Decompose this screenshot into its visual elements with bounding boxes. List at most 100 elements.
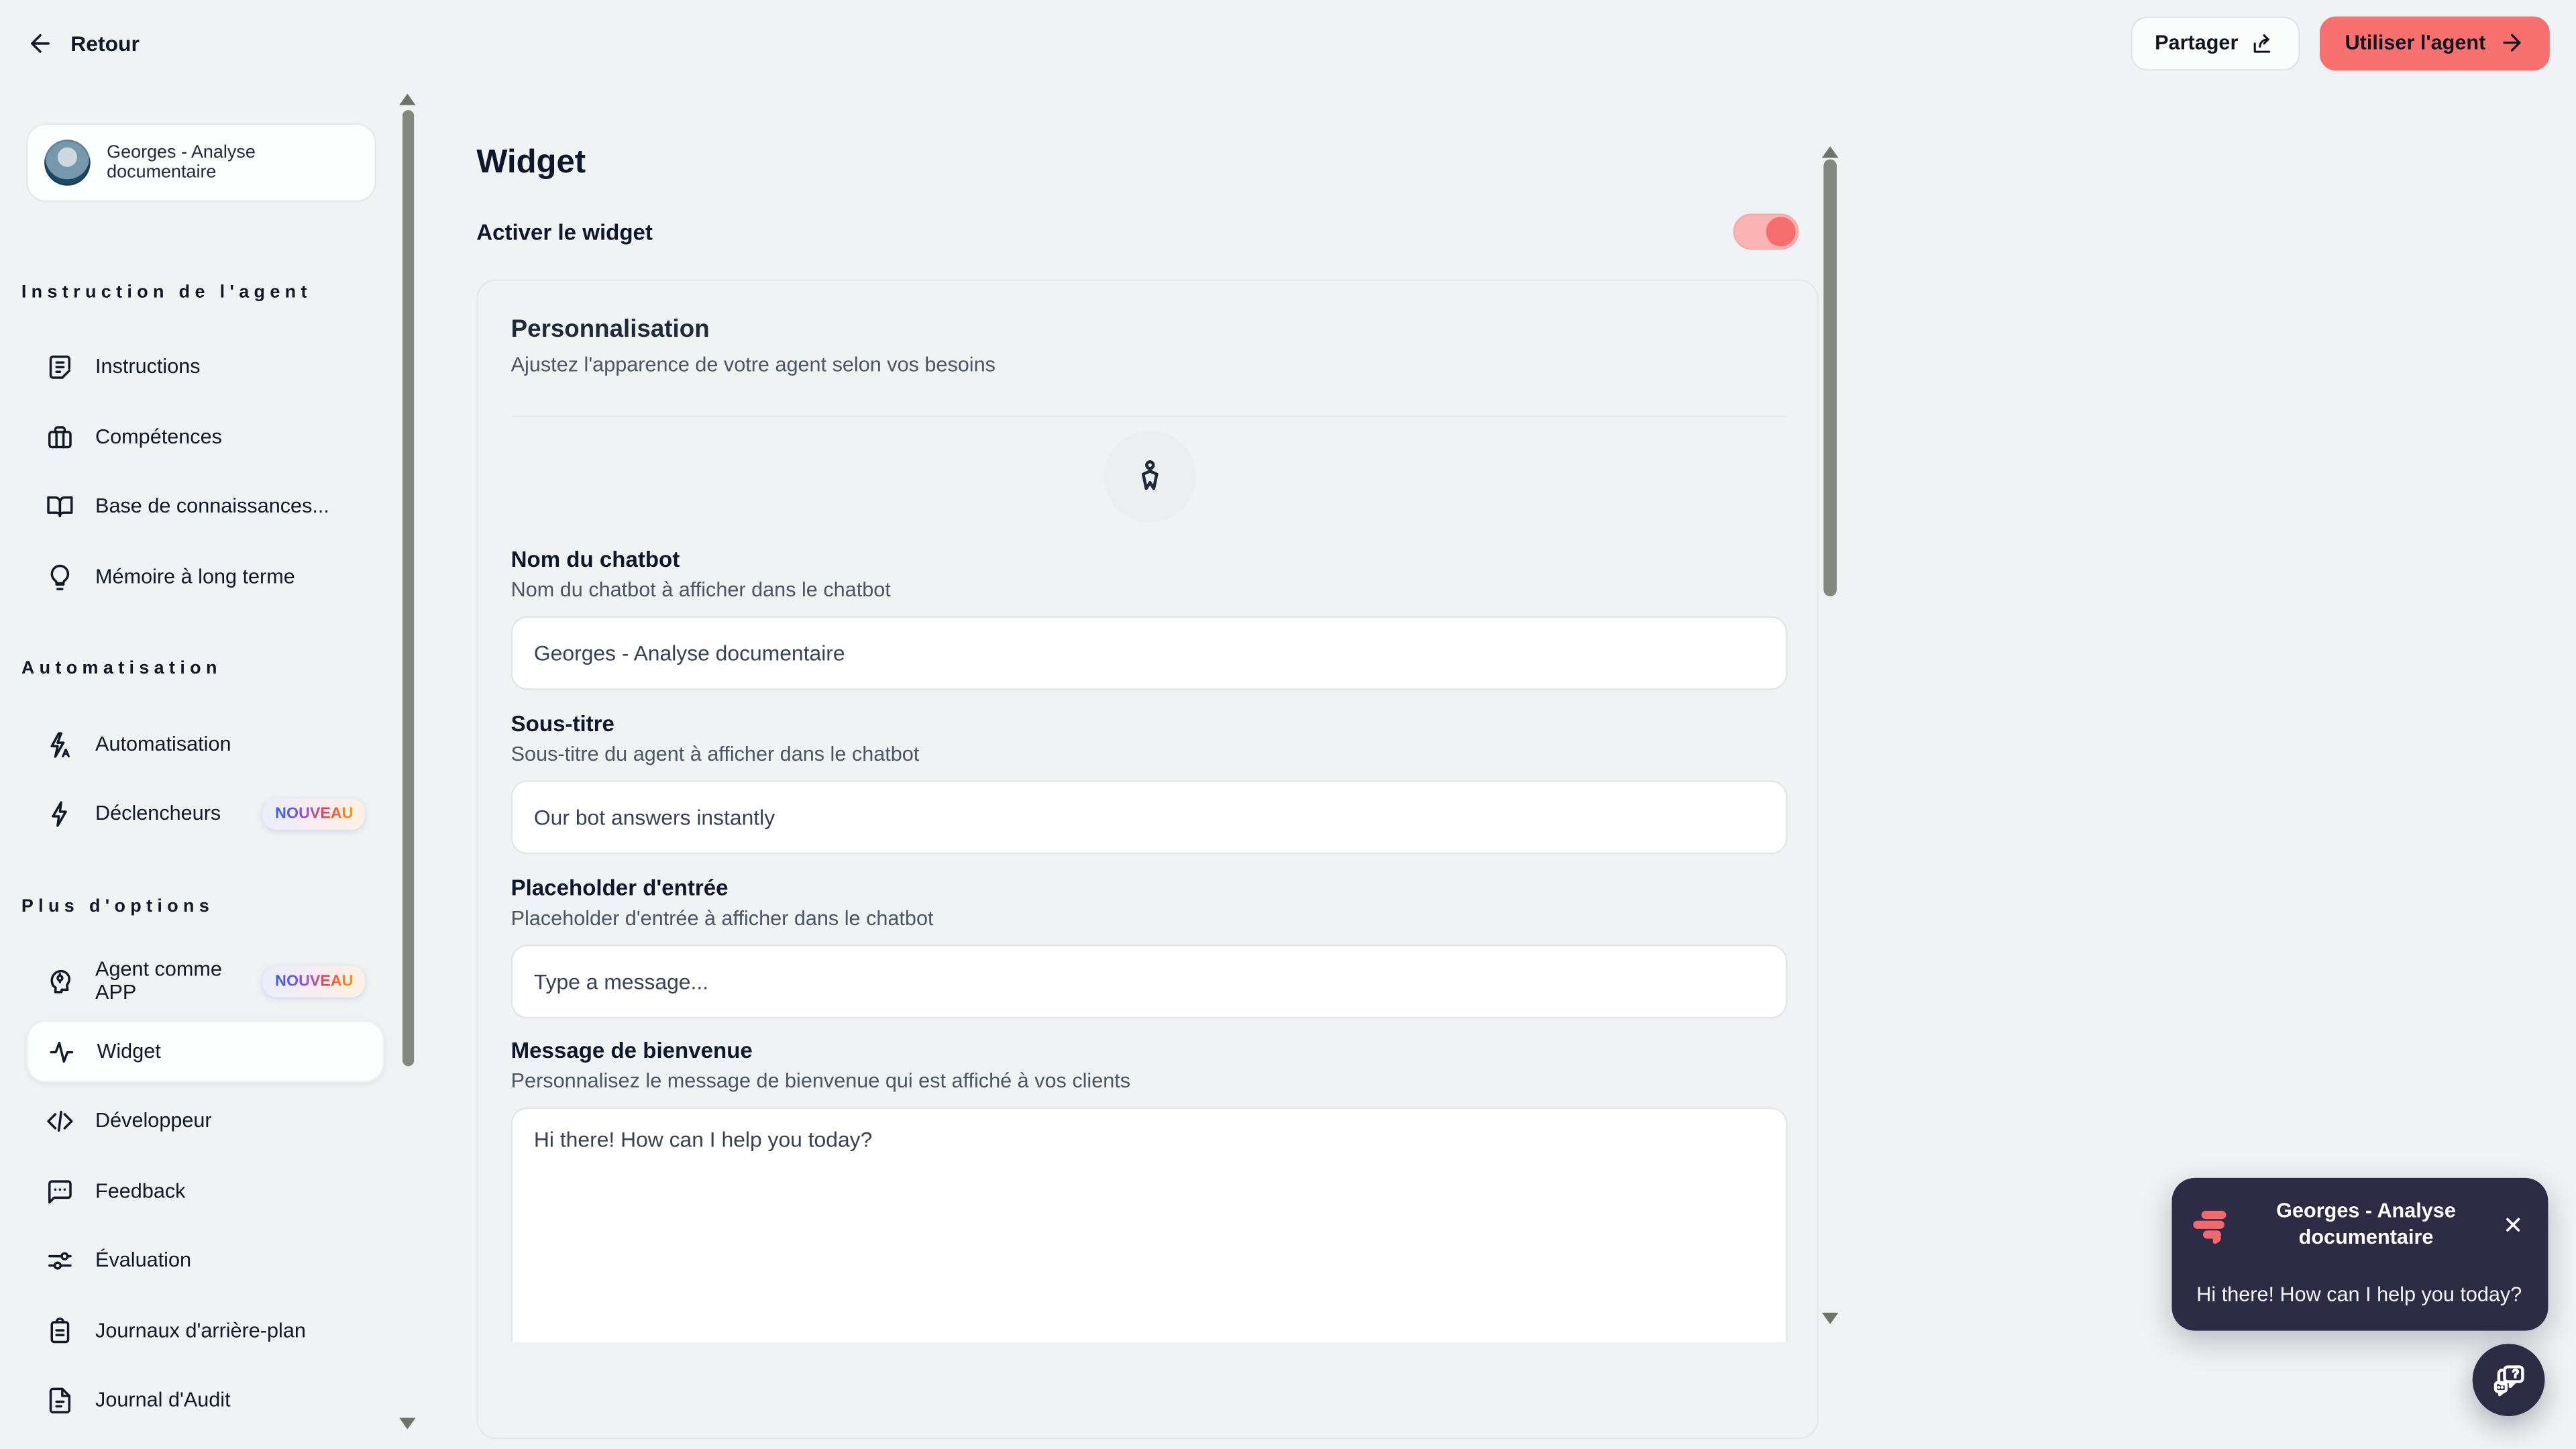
- avatar-upload-button[interactable]: [1104, 430, 1196, 523]
- sidebar-item-base-connaissances[interactable]: Base de connaissances...: [26, 476, 384, 535]
- field-sous-titre: Sous-titre Sous-titre du agent à affiche…: [511, 711, 1788, 855]
- sidebar-item-label: Journal d'Audit: [95, 1388, 231, 1411]
- field-nom-du-chatbot: Nom du chatbot Nom du chatbot à afficher…: [511, 547, 1788, 690]
- chat-widget-header: Georges - Analyse documentaire ✕: [2172, 1178, 2548, 1273]
- arrow-left-icon: [31, 33, 50, 52]
- person-icon: [1141, 460, 1159, 490]
- arrow-right-icon: [2503, 34, 2521, 52]
- field-message-bienvenue: Message de bienvenue Personnalisez le me…: [511, 1038, 1788, 1350]
- chat-widget-title: Georges - Analyse documentaire: [2276, 1199, 2456, 1249]
- sidebar-item-label: Widget: [97, 1040, 161, 1063]
- welcome-message-textarea[interactable]: Hi there! How can I help you today?: [511, 1107, 1788, 1342]
- field-description: Placeholder d'entrée à afficher dans le …: [511, 906, 934, 930]
- card-subtitle: Ajustez l'apparence de votre agent selon…: [511, 353, 996, 376]
- enable-widget-toggle[interactable]: [1733, 213, 1799, 250]
- sidebar-item-evaluation[interactable]: Évaluation: [26, 1230, 384, 1289]
- chatbot-name-input[interactable]: [511, 616, 1788, 690]
- enable-widget-label: Activer le widget: [476, 220, 653, 245]
- field-description: Sous-titre du agent à afficher dans le c…: [511, 742, 920, 766]
- notepad-pen-icon: [49, 354, 71, 378]
- agent-name: Georges - Analyse documentaire: [107, 143, 256, 182]
- sidebar-item-journal-audit[interactable]: Journal d'Audit: [26, 1370, 384, 1429]
- field-label: Placeholder d'entrée: [511, 875, 729, 901]
- top-bar: Retour Partager Utiliser l'agent: [0, 0, 2576, 85]
- sidebar-item-instructions[interactable]: Instructions: [26, 337, 384, 396]
- field-label: Nom du chatbot: [511, 547, 680, 572]
- nouveau-badge: NOUVEAU: [264, 965, 365, 997]
- sidebar-item-feedback[interactable]: Feedback: [26, 1161, 384, 1220]
- sidebar-item-label: Base de connaissances...: [95, 494, 329, 518]
- zap-a-icon: A: [50, 731, 70, 758]
- use-agent-label: Utiliser l'agent: [2345, 31, 2486, 54]
- sidebar-item-label: Instructions: [95, 354, 201, 378]
- section-label-instruction: Instruction de l'agent: [21, 282, 312, 303]
- briefcase-icon: [48, 425, 72, 448]
- personnalisation-card: Personnalisation Ajustez l'apparence de …: [476, 279, 1819, 1440]
- field-label: Message de bienvenue: [511, 1038, 753, 1063]
- chat-logo-icon: [2193, 1208, 2233, 1244]
- page-title: Widget: [476, 144, 586, 181]
- close-icon[interactable]: ✕: [2500, 1210, 2527, 1242]
- sidebar-item-automatisation[interactable]: A Automatisation: [26, 714, 384, 773]
- chat-widget-message: Hi there! How can I help you today?: [2196, 1283, 2522, 1306]
- main-scroll-up-arrow[interactable]: [1821, 146, 1839, 158]
- main-scrollbar[interactable]: [1823, 158, 1837, 1328]
- svg-text:A: A: [62, 747, 70, 758]
- top-bar-actions: Partager Utiliser l'agent: [2130, 15, 2550, 70]
- sidebar: Georges - Analyse documentaire Instructi…: [0, 85, 416, 1449]
- sidebar-item-label: Compétences: [95, 425, 222, 449]
- sidebar-item-label: Journaux d'arrière-plan: [95, 1319, 306, 1342]
- chat-launcher-button[interactable]: ?: [2472, 1344, 2545, 1417]
- code-icon: [47, 1110, 73, 1131]
- zap-icon: [52, 800, 67, 826]
- sidebar-item-label: Feedback: [95, 1179, 186, 1203]
- agent-avatar: [44, 140, 91, 186]
- sidebar-item-memoire[interactable]: Mémoire à long terme: [26, 547, 384, 606]
- sidebar-item-label: Déclencheurs: [95, 802, 221, 825]
- field-description: Nom du chatbot à afficher dans le chatbo…: [511, 578, 891, 602]
- sidebar-item-widget[interactable]: Widget: [26, 1020, 385, 1083]
- back-button[interactable]: Retour: [26, 29, 140, 57]
- share-label: Partager: [2155, 31, 2239, 54]
- sidebar-item-competences[interactable]: Compétences: [26, 407, 384, 466]
- sidebar-item-label: Évaluation: [95, 1248, 192, 1272]
- divider: [511, 415, 1788, 418]
- back-label: Retour: [70, 30, 140, 56]
- main-scroll-down-arrow[interactable]: [1821, 1312, 1839, 1324]
- section-label-automatisation: Automatisation: [21, 659, 222, 679]
- chat-bubbles-icon: ?: [2493, 1365, 2524, 1397]
- card-title: Personnalisation: [511, 315, 710, 343]
- main-scrollbar-thumb[interactable]: [1823, 159, 1837, 596]
- file-text-icon: [49, 1387, 71, 1413]
- nouveau-badge: NOUVEAU: [264, 797, 365, 829]
- toggle-knob: [1766, 217, 1796, 247]
- input-placeholder-input[interactable]: [511, 945, 1788, 1019]
- sidebar-item-label: Agent comme APP: [95, 957, 222, 1004]
- field-placeholder-entree: Placeholder d'entrée Placeholder d'entré…: [511, 875, 1788, 1019]
- lightbulb-icon: [50, 564, 70, 590]
- sliders-icon: [48, 1251, 72, 1269]
- field-label: Sous-titre: [511, 711, 614, 737]
- subtitle-input[interactable]: [511, 780, 1788, 855]
- sidebar-item-label: Développeur: [95, 1109, 212, 1132]
- svg-text:?: ?: [2512, 1367, 2519, 1381]
- sidebar-item-developpeur[interactable]: Développeur: [26, 1091, 384, 1150]
- agent-card[interactable]: Georges - Analyse documentaire: [26, 123, 376, 203]
- sidebar-item-label: Mémoire à long terme: [95, 565, 295, 588]
- clipboard-list-icon: [50, 1316, 70, 1343]
- sidebar-item-agent-app[interactable]: Agent comme APP NOUVEAU: [26, 951, 384, 1010]
- use-agent-button[interactable]: Utiliser l'agent: [2320, 15, 2550, 70]
- share-icon: [2254, 33, 2271, 52]
- activity-icon: [50, 1040, 74, 1062]
- sidebar-item-label: Automatisation: [95, 733, 231, 756]
- sidebar-item-journaux-arriere-plan[interactable]: Journaux d'arrière-plan: [26, 1301, 384, 1360]
- book-open-icon: [47, 495, 73, 517]
- field-description: Personnalisez le message de bienvenue qu…: [511, 1069, 1131, 1093]
- share-button[interactable]: Partager: [2130, 15, 2301, 70]
- head-gear-icon: [50, 969, 71, 993]
- chat-widget-preview: Georges - Analyse documentaire ✕ Hi ther…: [2171, 1177, 2548, 1331]
- message-dots-icon: [48, 1179, 72, 1203]
- app-window: Retour Partager Utiliser l'agent Georges…: [0, 0, 2576, 1449]
- section-label-plus-options: Plus d'options: [21, 897, 215, 917]
- sidebar-item-declencheurs[interactable]: Déclencheurs NOUVEAU: [26, 784, 384, 843]
